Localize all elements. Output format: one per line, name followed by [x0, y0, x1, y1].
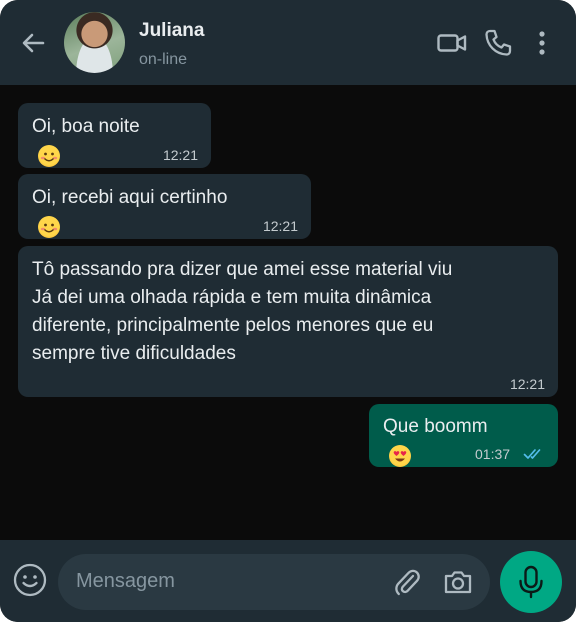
smiling-face-emoji-icon	[38, 145, 60, 167]
mic-icon	[519, 565, 543, 599]
emoji-icon[interactable]	[12, 562, 48, 598]
message-bubble-outgoing[interactable]: Que boomm 01:37	[369, 404, 558, 467]
message-time: 01:37	[475, 446, 511, 462]
message-placeholder: Mensagem	[76, 570, 175, 592]
message-time: 12:21	[162, 147, 198, 163]
message-text: Tô passando pra dizer que amei esse mate…	[32, 259, 453, 364]
avatar[interactable]	[64, 12, 125, 73]
message-text: Oi, recebi aqui certinho	[32, 187, 228, 208]
message-bubble-incoming[interactable]: Oi, boa noite 12:21	[18, 103, 211, 168]
camera-icon[interactable]	[442, 567, 474, 597]
chat-header: Juliana on-line	[0, 0, 576, 85]
message-composer: Mensagem	[0, 540, 576, 622]
message-input[interactable]: Mensagem	[58, 554, 490, 610]
heart-eyes-emoji-icon	[389, 445, 411, 467]
attach-icon[interactable]	[392, 567, 422, 597]
chat-screen: Juliana on-line Oi, boa noite 12:21 Oi, …	[0, 0, 576, 622]
message-time: 12:21	[509, 376, 545, 392]
message-time: 12:21	[262, 218, 298, 234]
video-call-icon[interactable]	[436, 27, 468, 59]
phone-icon[interactable]	[482, 27, 514, 59]
message-bubble-incoming[interactable]: Oi, recebi aqui certinho 12:21	[18, 174, 311, 239]
more-vert-icon[interactable]	[528, 27, 556, 59]
message-list[interactable]: Oi, boa noite 12:21 Oi, recebi aqui cert…	[0, 85, 576, 540]
double-check-read-icon	[523, 442, 545, 459]
message-bubble-incoming[interactable]: Tô passando pra dizer que amei esse mate…	[18, 246, 558, 397]
back-arrow-icon[interactable]	[18, 28, 48, 58]
contact-status: on-line	[139, 51, 188, 68]
contact-name[interactable]: Juliana	[139, 20, 204, 42]
message-text: Oi, boa noite	[32, 116, 140, 137]
mic-button[interactable]	[500, 551, 562, 613]
smiling-face-emoji-icon	[38, 216, 60, 238]
message-text: Que boomm	[383, 416, 488, 437]
